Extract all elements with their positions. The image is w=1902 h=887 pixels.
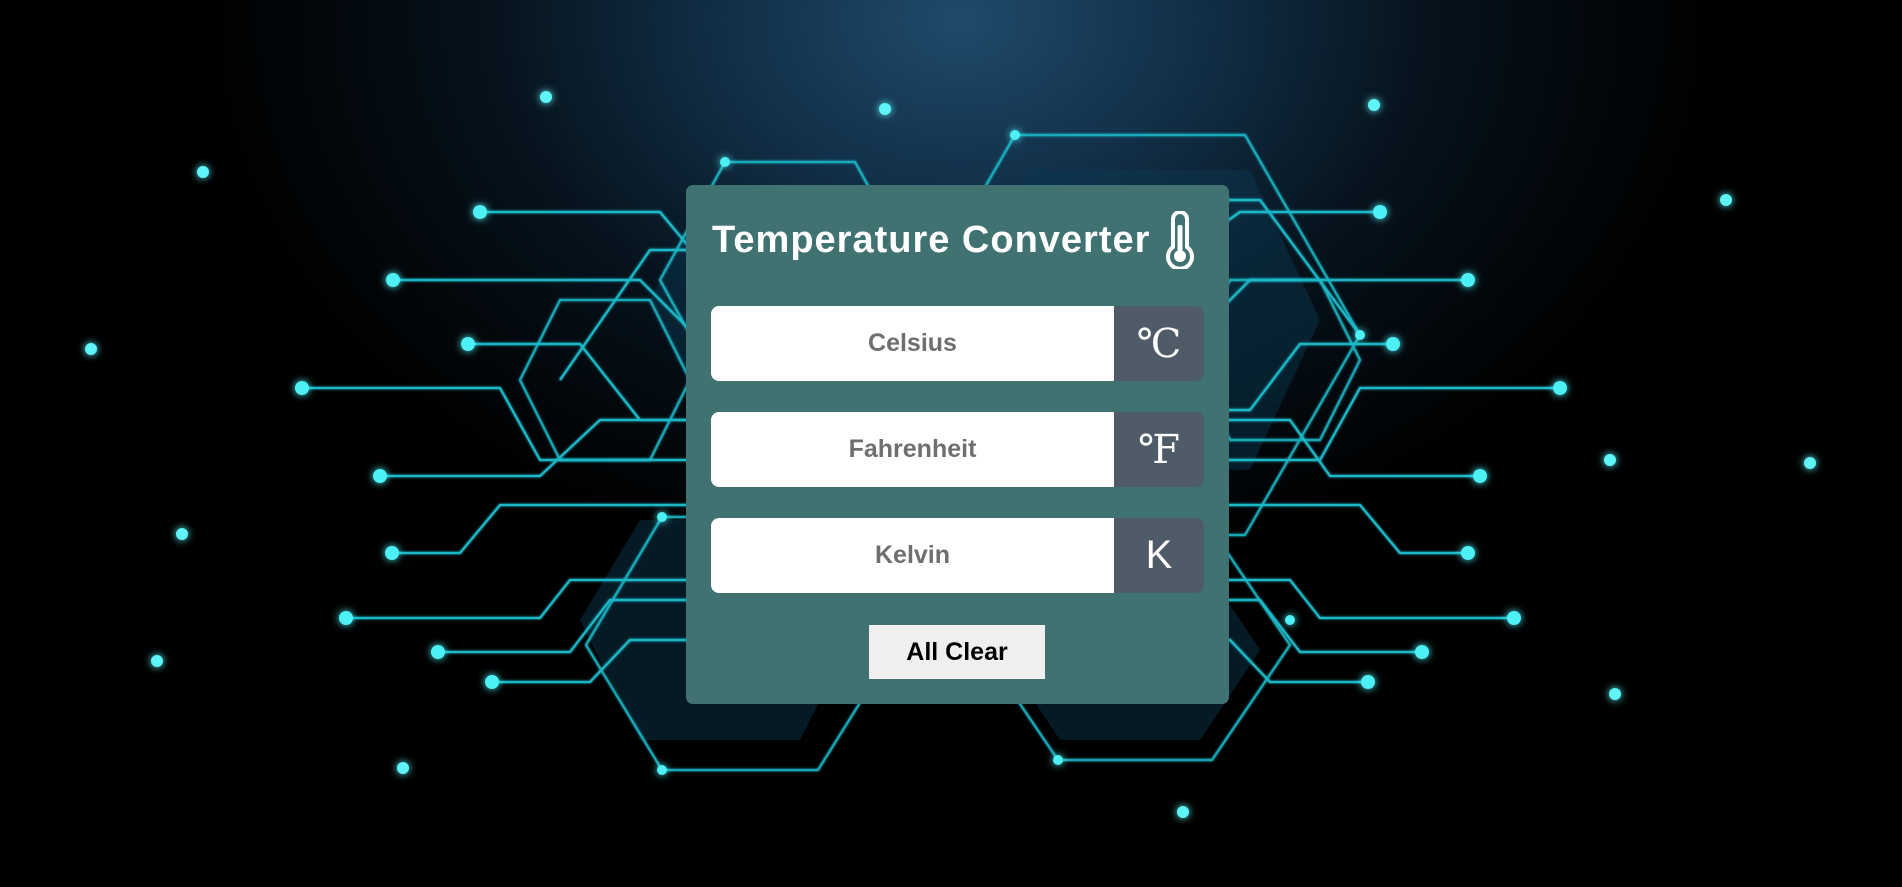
page-background: Temperature Converter ℃ ℉ K All Clear: [0, 0, 1902, 887]
kelvin-input[interactable]: [711, 518, 1114, 593]
kelvin-unit-label: K: [1114, 518, 1204, 593]
title-row: Temperature Converter: [712, 211, 1196, 269]
celsius-field: ℃: [711, 306, 1204, 381]
thermometer-icon: [1166, 211, 1195, 269]
all-clear-button[interactable]: All Clear: [869, 625, 1045, 679]
celsius-unit-label: ℃: [1114, 306, 1204, 381]
fahrenheit-field: ℉: [711, 412, 1204, 487]
fahrenheit-unit-label: ℉: [1114, 412, 1204, 487]
converter-card: Temperature Converter ℃ ℉ K All Clear: [686, 185, 1229, 704]
celsius-input[interactable]: [711, 306, 1114, 381]
kelvin-field: K: [711, 518, 1204, 593]
fahrenheit-input[interactable]: [711, 412, 1114, 487]
app-title: Temperature Converter: [712, 218, 1151, 261]
